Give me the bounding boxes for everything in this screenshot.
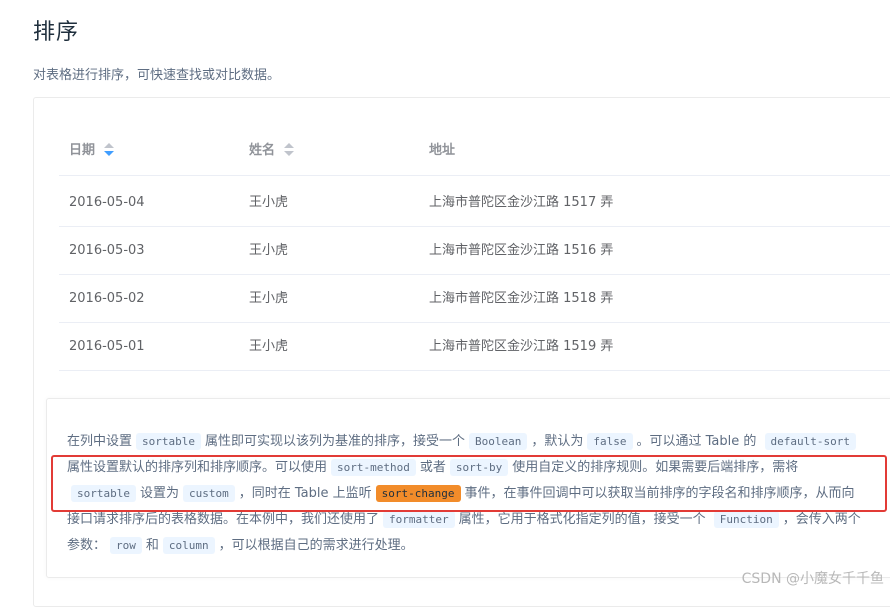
- sort-caret-icon[interactable]: [103, 142, 114, 158]
- code-token: formatter: [383, 511, 455, 528]
- header-date[interactable]: 日期: [69, 128, 114, 174]
- cell-name: 王小虎: [249, 339, 289, 354]
- code-token: Function: [713, 511, 779, 528]
- header-name[interactable]: 姓名: [249, 128, 294, 174]
- watermark: CSDN @小魔女千千鱼: [741, 571, 884, 587]
- code-token: sortable: [136, 433, 201, 450]
- code-token: row: [110, 537, 142, 554]
- table-row[interactable]: 2016-05-01 王小虎 上海市普陀区金沙江路 1519 弄: [59, 323, 890, 371]
- text: 。可以通过 Table 的: [636, 434, 757, 449]
- red-highlight-box: [51, 455, 887, 512]
- code-token: Boolean: [469, 433, 528, 450]
- cell-address: 上海市普陀区金沙江路 1517 弄: [429, 195, 614, 210]
- code-token: false: [587, 433, 633, 450]
- table-row[interactable]: 2016-05-02 王小虎 上海市普陀区金沙江路 1518 弄: [59, 275, 890, 323]
- table-header-row: 日期 姓名 地址: [59, 128, 890, 176]
- code-token: default-sort: [764, 433, 857, 450]
- cell-name: 王小虎: [249, 291, 289, 306]
- cell-date: 2016-05-01: [69, 339, 145, 354]
- text: 属性，它用于格式化指定列的值，接受一个: [458, 512, 706, 527]
- code-token: column: [162, 537, 215, 554]
- text: 属性即可实现以该列为基准的排序，接受一个: [205, 434, 466, 449]
- text: ，默认为: [531, 434, 584, 449]
- header-address-label: 地址: [429, 143, 456, 158]
- demo-container: 日期 姓名 地址 2016-05-04 王小虎 上海市普陀区金沙江路 1517 …: [33, 97, 890, 607]
- header-address: 地址: [429, 128, 455, 174]
- header-name-label: 姓名: [249, 143, 276, 158]
- cell-name: 王小虎: [249, 195, 289, 210]
- page-title: 排序: [33, 20, 80, 45]
- text: 和: [145, 538, 159, 553]
- cell-address: 上海市普陀区金沙江路 1519 弄: [429, 339, 614, 354]
- table-row[interactable]: 2016-05-03 王小虎 上海市普陀区金沙江路 1516 弄: [59, 227, 890, 275]
- header-date-label: 日期: [69, 143, 96, 158]
- cell-date: 2016-05-02: [69, 291, 145, 306]
- table-row[interactable]: 2016-05-04 王小虎 上海市普陀区金沙江路 1517 弄: [59, 179, 890, 227]
- cell-date: 2016-05-03: [69, 243, 145, 258]
- text: ，可以根据自己的需求进行处理。: [218, 538, 414, 553]
- text: 在列中设置: [67, 434, 133, 449]
- cell-address: 上海市普陀区金沙江路 1516 弄: [429, 243, 614, 258]
- page-description: 对表格进行排序，可快速查找或对比数据。: [33, 68, 281, 83]
- cell-address: 上海市普陀区金沙江路 1518 弄: [429, 291, 614, 306]
- sort-caret-icon[interactable]: [283, 142, 294, 158]
- cell-date: 2016-05-04: [69, 195, 145, 210]
- cell-name: 王小虎: [249, 243, 289, 258]
